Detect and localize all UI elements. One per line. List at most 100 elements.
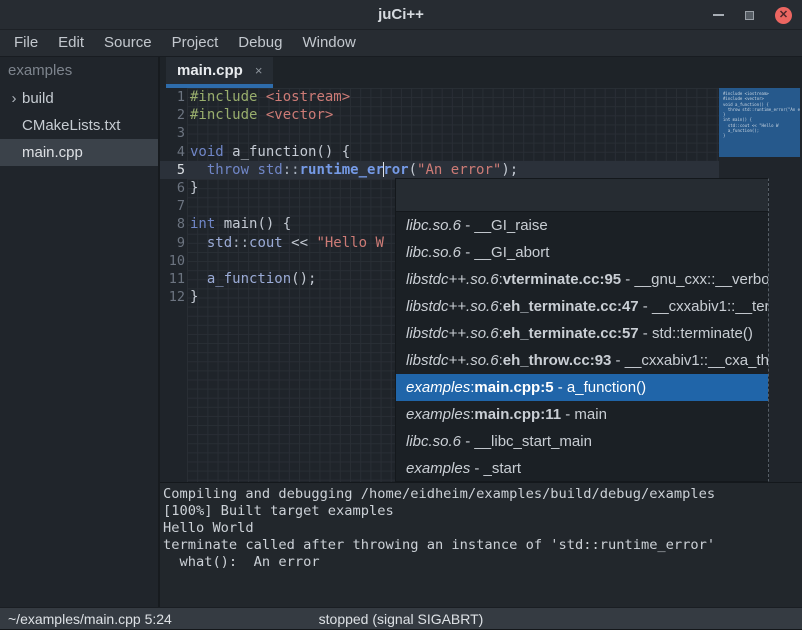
file-tree: ›buildCMakeLists.txtmain.cpp	[0, 85, 158, 166]
code-token	[190, 271, 207, 287]
line-number-gutter[interactable]: 123456789101112	[160, 88, 187, 482]
frame-lib: examples	[406, 406, 470, 423]
window-title: juCi++	[0, 0, 802, 30]
backtrace-frame[interactable]: libstdc++.so.6:eh_terminate.cc:47 - __cx…	[396, 293, 768, 320]
sidebar-item-cmakelists-txt[interactable]: CMakeLists.txt	[0, 112, 158, 139]
minimap-line: }	[723, 133, 796, 138]
line-number: 12	[160, 288, 187, 306]
juci-window: juCi++ ✕ FileEditSourceProjectDebugWindo…	[0, 0, 802, 630]
code-token: a_function	[207, 271, 291, 287]
frame-lib: examples	[406, 460, 470, 477]
code-token: ();	[291, 271, 316, 287]
code-token: #include	[190, 107, 257, 123]
code-token: <iostream>	[266, 89, 350, 105]
code-line: #include <vector>	[187, 106, 719, 124]
line-number: 9	[160, 234, 187, 252]
code-token: std	[257, 162, 282, 178]
titlebar: juCi++ ✕	[0, 0, 802, 30]
code-token: "An error"	[417, 162, 501, 178]
restore-icon[interactable]	[745, 11, 754, 20]
code-token: }	[190, 180, 198, 196]
minimize-icon[interactable]	[713, 14, 724, 16]
frame-lib: libc.so.6	[406, 244, 461, 261]
tab-label: main.cpp	[177, 62, 243, 79]
backtrace-frame[interactable]: libstdc++.so.6:eh_throw.cc:93 - __cxxabi…	[396, 347, 768, 374]
code-line: throw std::runtime_error("An error");	[187, 161, 719, 179]
code-token	[257, 89, 265, 105]
frame-lib: libc.so.6	[406, 433, 461, 450]
code-token: #include	[190, 89, 257, 105]
window-controls: ✕	[713, 0, 792, 30]
backtrace-popup: libc.so.6 - __GI_raiselibc.so.6 - __GI_a…	[395, 178, 769, 482]
close-icon[interactable]: ✕	[775, 7, 792, 24]
frame-file: main.cpp:11	[474, 406, 561, 423]
backtrace-frame[interactable]: libc.so.6 - __libc_start_main	[396, 428, 768, 455]
menu-window[interactable]: Window	[292, 30, 365, 56]
tree-item-label: CMakeLists.txt	[22, 112, 120, 139]
code-token: throw	[207, 162, 249, 178]
code-token: (	[409, 162, 417, 178]
line-number: 3	[160, 124, 187, 142]
frame-lib: libstdc++.so.6	[406, 298, 499, 315]
code-token: cout	[249, 235, 283, 251]
menu-source[interactable]: Source	[94, 30, 162, 56]
code-token: a_function() {	[224, 144, 350, 160]
code-token: ror	[383, 162, 408, 178]
code-token: void	[190, 144, 224, 160]
menu-project[interactable]: Project	[162, 30, 229, 56]
backtrace-frame[interactable]: libstdc++.so.6:vterminate.cc:95 - __gnu_…	[396, 266, 768, 293]
line-number: 2	[160, 106, 187, 124]
frame-lib: examples	[406, 379, 470, 396]
tab-close-icon[interactable]: ×	[255, 64, 263, 77]
minimap-slider[interactable]: #include <iostream>#include <vector>void…	[719, 88, 800, 157]
code-line	[187, 124, 719, 142]
code-line: #include <iostream>	[187, 88, 719, 106]
code-token: runtime_er	[300, 162, 384, 178]
frame-lib: libc.so.6	[406, 217, 461, 234]
terminal-line: Hello World	[163, 520, 802, 537]
code-token	[257, 107, 265, 123]
frame-lib: libstdc++.so.6	[406, 352, 499, 369]
terminal-line: [100%] Built target examples	[163, 503, 802, 520]
line-number: 11	[160, 270, 187, 288]
sidebar-item-main-cpp[interactable]: main.cpp	[0, 139, 158, 166]
code-token: std	[207, 235, 232, 251]
status-debug-state: stopped (signal SIGABRT)	[0, 608, 802, 630]
backtrace-search-entry[interactable]	[396, 179, 768, 212]
backtrace-list: libc.so.6 - __GI_raiselibc.so.6 - __GI_a…	[396, 212, 768, 482]
frame-file: main.cpp:5	[474, 379, 553, 396]
code-token: ::	[283, 162, 300, 178]
menu-debug[interactable]: Debug	[228, 30, 292, 56]
tabbar: main.cpp ×	[160, 57, 802, 88]
line-number: 8	[160, 215, 187, 233]
line-number: 1	[160, 88, 187, 106]
backtrace-frame[interactable]: libstdc++.so.6:eh_terminate.cc:57 - std:…	[396, 320, 768, 347]
line-number: 4	[160, 143, 187, 161]
terminal-line: what(): An error	[163, 554, 802, 571]
code-token: int	[190, 216, 215, 232]
backtrace-frame[interactable]: libc.so.6 - __GI_abort	[396, 239, 768, 266]
minimap-line: throw std::runtime_error("An error");	[723, 107, 796, 112]
code-token: main() {	[215, 216, 291, 232]
file-tree-sidebar: examples ›buildCMakeLists.txtmain.cpp	[0, 57, 160, 607]
sidebar-item-build[interactable]: ›build	[0, 85, 158, 112]
frame-lib: libstdc++.so.6	[406, 271, 499, 288]
backtrace-frame[interactable]: examples:main.cpp:11 - main	[396, 401, 768, 428]
frame-file: vterminate.cc:95	[503, 271, 621, 288]
backtrace-frame[interactable]: libc.so.6 - __GI_raise	[396, 212, 768, 239]
frame-file: eh_terminate.cc:47	[503, 298, 639, 315]
chevron-right-icon[interactable]: ›	[6, 85, 22, 112]
tab-main-cpp[interactable]: main.cpp ×	[166, 57, 273, 88]
backtrace-frame[interactable]: examples:main.cpp:5 - a_function()	[396, 374, 768, 401]
frame-lib: libstdc++.so.6	[406, 325, 499, 342]
code-token	[190, 162, 207, 178]
backtrace-frame[interactable]: examples - _start	[396, 455, 768, 482]
tree-item-label: build	[22, 85, 54, 112]
terminal-output[interactable]: Compiling and debugging /home/eidheim/ex…	[160, 482, 802, 607]
code-token: }	[190, 289, 198, 305]
code-token: <vector>	[266, 107, 333, 123]
menu-edit[interactable]: Edit	[48, 30, 94, 56]
code-token: ::	[232, 235, 249, 251]
menu-file[interactable]: File	[4, 30, 48, 56]
line-number: 7	[160, 197, 187, 215]
